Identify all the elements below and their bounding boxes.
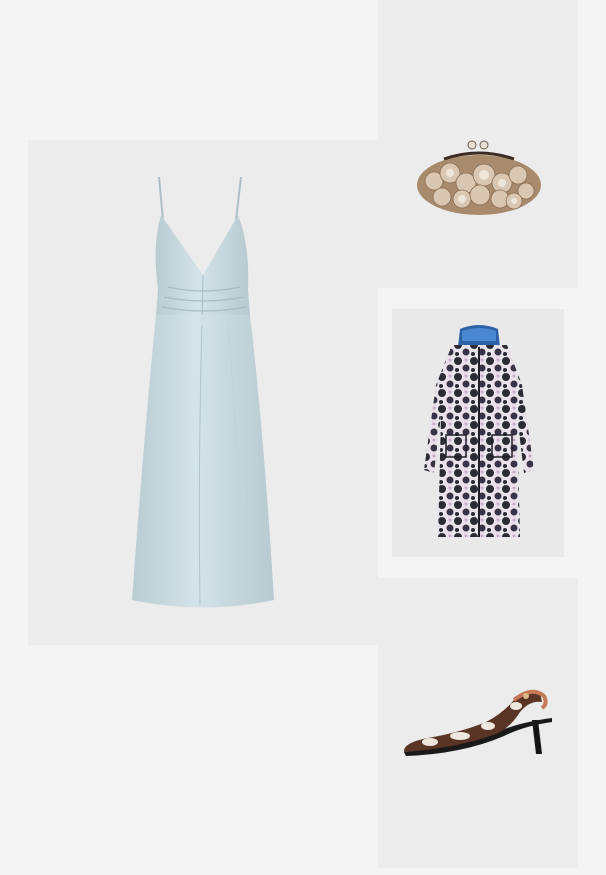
product-tile-coat[interactable] (378, 290, 578, 575)
slip-dress-image (128, 175, 278, 610)
product-tile-shoe[interactable] (378, 578, 578, 868)
product-image-panel (392, 309, 564, 557)
printed-coat-image (422, 325, 537, 543)
product-tile-clutch[interactable] (378, 0, 578, 288)
fur-clutch-image (414, 137, 544, 219)
product-image-panel (28, 140, 378, 645)
slingback-pump-image (402, 686, 554, 756)
product-tile-dress[interactable] (0, 0, 378, 875)
